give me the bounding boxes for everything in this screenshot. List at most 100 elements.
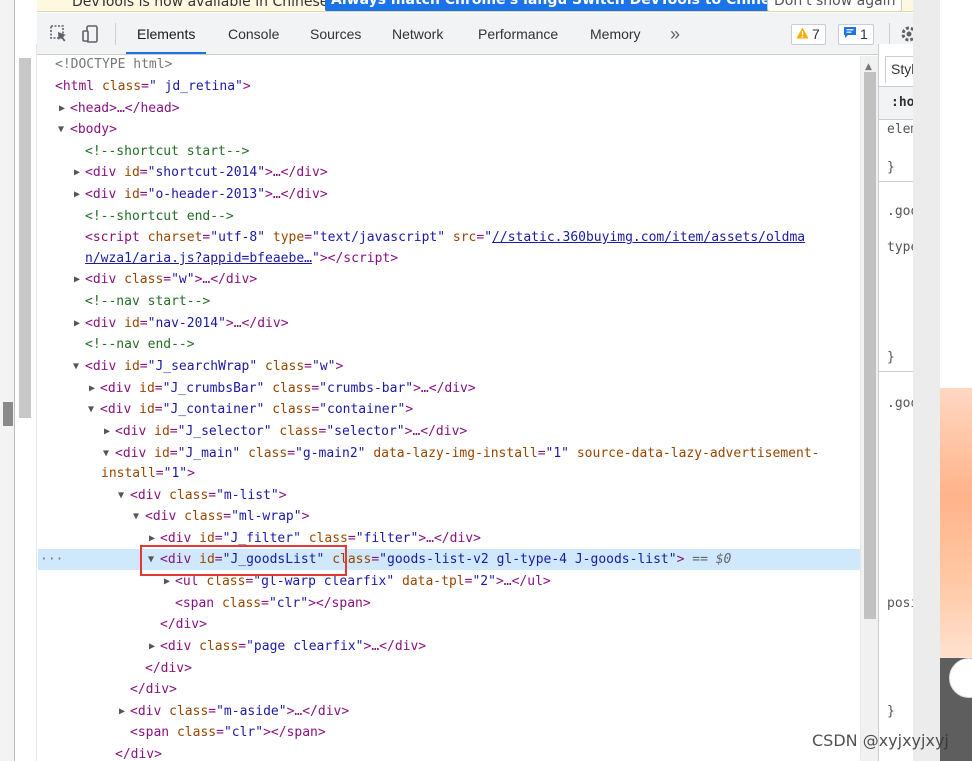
attr-name: install <box>101 466 156 481</box>
attr-value: "filter" <box>355 531 419 546</box>
expand-triangle-icon[interactable]: ▶ <box>89 378 99 399</box>
dom-node-div[interactable]: ▶ <div id="nav-2014">…</div> <box>38 313 860 334</box>
dom-node-span[interactable]: <span class="clr"></span> <box>38 722 860 743</box>
warning-icon <box>796 25 809 44</box>
scroll-up-arrow-icon[interactable]: ▲ <box>865 62 872 72</box>
dom-node-div[interactable]: ▶ <div id="J_crumbsBar" class="crumbs-bar… <box>38 378 860 399</box>
style-rule-selector: element.style { <box>887 122 913 137</box>
warnings-badge[interactable]: 7 <box>791 24 826 45</box>
dom-node-selected-goodslist[interactable]: ··· ▼ <div id="J_goodsList" class="goods-l… <box>38 549 860 570</box>
switch-to-chinese-button[interactable]: Switch DevTools to Chinese <box>566 0 795 11</box>
collapse-triangle-icon[interactable]: ▼ <box>88 399 98 420</box>
expand-triangle-icon[interactable]: ▶ <box>164 571 174 592</box>
expand-triangle-icon[interactable]: ▶ <box>74 162 84 183</box>
dom-node-comment[interactable]: <!--nav end--> <box>38 334 860 355</box>
collapse-triangle-icon[interactable]: ▼ <box>133 506 143 527</box>
tab-performance[interactable]: Performance <box>478 13 558 54</box>
collapse-triangle-icon[interactable]: ▼ <box>58 119 68 140</box>
dont-show-again-button[interactable]: Don't show again <box>767 0 903 11</box>
dom-node-close-div[interactable]: </div> <box>38 679 860 700</box>
gutter-scroll-bar[interactable] <box>19 58 31 418</box>
style-rule-close: } <box>887 160 895 175</box>
expand-triangle-icon[interactable]: ▶ <box>74 313 84 334</box>
dom-node-div[interactable]: ▼ <div id="J_searchWrap" class="w"> <box>38 356 860 377</box>
always-match-language-button[interactable]: Always match Chrome's language <box>325 0 603 11</box>
comment-text: <!--nav start--> <box>85 294 211 309</box>
tab-styles[interactable]: Styles <box>885 56 913 83</box>
elements-dom-tree: <!DOCTYPE html> <html class=" jd_retina"… <box>38 56 860 761</box>
dom-node-script[interactable]: <script charset="utf-8" type="text/javas… <box>38 227 860 248</box>
dom-node-ul[interactable]: ▶ <ul class="gl-warp clearfix" data-tpl="… <box>38 571 860 592</box>
attr-value: "J_goodsList" <box>222 552 325 567</box>
attr-value: "J_container" <box>162 402 265 417</box>
dom-node-script-cont[interactable]: n/wza1/aria.js?appid=bfeaebe…"></script> <box>38 248 860 269</box>
style-rule-property: type <box>887 240 913 255</box>
dom-node-div[interactable]: ▼ <div id="J_container" class="container"… <box>38 399 860 420</box>
tab-elements[interactable]: Elements <box>126 13 207 54</box>
attr-value: "text/javascript" <box>312 230 446 245</box>
more-tabs-chevron-icon[interactable]: » <box>670 13 680 54</box>
dom-node-comment[interactable]: <!--shortcut end--> <box>38 206 860 227</box>
script-src-link[interactable]: //static.360buyimg.com/item/assets/oldma <box>492 230 805 245</box>
dom-node-div[interactable]: ▶ <div class="m-aside">…</div> <box>38 701 860 722</box>
expand-triangle-icon[interactable]: ▶ <box>74 184 84 205</box>
attr-value: "2" <box>472 574 496 589</box>
scrollbar-thumb[interactable] <box>864 72 876 619</box>
dom-node-div[interactable]: ▶ <div id="o-header-2013">…</div> <box>38 184 860 205</box>
page-content-edge <box>913 0 972 761</box>
dom-node-div[interactable]: ▼ <div class="m-list"> <box>38 485 860 506</box>
dom-node-div[interactable]: ▶ <div class="page clearfix">…</div> <box>38 636 860 657</box>
dom-node-div-cont[interactable]: install="1"> <box>38 463 860 484</box>
dom-node-body[interactable]: ▼ <body> <box>38 119 860 140</box>
dom-node-div[interactable]: ▼ <div id="J_main" class="g-main2" data-l… <box>38 443 860 464</box>
dom-node-doctype[interactable]: <!DOCTYPE html> <box>38 56 860 75</box>
dom-node-div[interactable]: ▼ <div class="ml-wrap"> <box>38 506 860 527</box>
tab-console[interactable]: Console <box>228 13 279 54</box>
device-toolbar-icon[interactable] <box>81 24 101 44</box>
collapse-triangle-icon[interactable]: ▼ <box>103 443 113 464</box>
dom-node-close-div[interactable]: </div> <box>38 744 860 761</box>
dom-node-div[interactable]: ▶ <div id="J_filter" class="filter">…</di… <box>38 528 860 549</box>
toolbar-separator <box>115 23 116 45</box>
attr-value: "w" <box>312 359 336 374</box>
messages-badge[interactable]: 1 <box>838 24 874 45</box>
dom-node-comment[interactable]: <!--nav start--> <box>38 291 860 312</box>
attr-value: "shortcut-2014" <box>147 165 266 180</box>
dom-node-comment[interactable]: <!--shortcut start--> <box>38 141 860 162</box>
warnings-count: 7 <box>812 26 820 42</box>
inspect-element-icon[interactable] <box>49 24 69 44</box>
dom-node-span[interactable]: <span class="clr"></span> <box>38 593 860 614</box>
expand-triangle-icon[interactable]: ▶ <box>149 528 159 549</box>
script-src-link[interactable]: n/wza1/aria.js?appid=bfeaebe… <box>85 251 312 266</box>
attr-value: "J_selector" <box>177 424 272 439</box>
dom-node-div[interactable]: ▶ <div id="shortcut-2014">…</div> <box>38 162 860 183</box>
collapse-triangle-icon[interactable]: ▼ <box>118 485 128 506</box>
tab-sources[interactable]: Sources <box>310 13 361 54</box>
hover-state-toggle[interactable]: :hov <box>891 95 913 110</box>
collapse-triangle-icon[interactable]: ▼ <box>148 549 158 570</box>
collapse-triangle-icon[interactable]: ▼ <box>73 356 83 377</box>
style-rule-divider <box>879 181 913 182</box>
expand-triangle-icon[interactable]: ▶ <box>104 421 114 442</box>
dom-node-close-div[interactable]: </div> <box>38 658 860 679</box>
dom-node-html[interactable]: <html class=" jd_retina"> <box>38 76 860 97</box>
expand-triangle-icon[interactable]: ▶ <box>59 98 69 119</box>
attr-value: "nav-2014" <box>147 316 226 331</box>
dom-node-close-div[interactable]: </div> <box>38 614 860 635</box>
tab-network[interactable]: Network <box>392 13 443 54</box>
doctype-text: <!DOCTYPE html> <box>55 57 173 72</box>
expand-triangle-icon[interactable]: ▶ <box>119 701 129 722</box>
more-options-dots-icon[interactable]: ··· <box>40 549 63 570</box>
elements-scrollbar[interactable]: ▲ <box>860 56 878 761</box>
messages-count: 1 <box>860 26 868 42</box>
tab-memory[interactable]: Memory <box>590 13 641 54</box>
attr-value: "gl-warp clearfix" <box>253 574 395 589</box>
attr-value: "crumbs-bar" <box>319 381 414 396</box>
dom-node-head[interactable]: ▶ <head>…</head> <box>38 98 860 119</box>
expand-triangle-icon[interactable]: ▶ <box>149 636 159 657</box>
left-window-edge <box>0 0 15 761</box>
dom-node-div[interactable]: ▶ <div class="w">…</div> <box>38 269 860 290</box>
expand-triangle-icon[interactable]: ▶ <box>74 269 84 290</box>
attr-value: "J_searchWrap" <box>147 359 258 374</box>
dom-node-div[interactable]: ▶ <div id="J_selector" class="selector">…… <box>38 421 860 442</box>
